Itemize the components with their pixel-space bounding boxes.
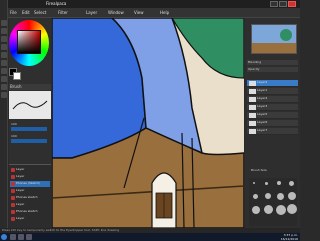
menu-bar: File Edit Select Filter Layer Window Vie… — [0, 8, 300, 18]
layer-dot-icon — [11, 217, 15, 221]
brush-panel-header: Brush — [9, 84, 51, 90]
list-item[interactable]: Layer4 — [247, 96, 298, 103]
opacity-slider[interactable]: Opacity — [247, 67, 298, 72]
minimize-button[interactable] — [270, 1, 278, 7]
windows-taskbar: 3:37 p.m. 16/12/2016 — [0, 233, 300, 241]
brush-size-option[interactable] — [253, 182, 255, 184]
zoom-tool-icon[interactable] — [1, 92, 7, 98]
brush-size-option[interactable] — [265, 193, 271, 199]
layer-dot-icon — [11, 189, 15, 193]
close-button[interactable] — [288, 1, 296, 7]
clock-date: 16/12/2016 — [280, 237, 298, 241]
brush-size-option[interactable] — [289, 181, 294, 186]
brush-size-option[interactable] — [277, 181, 281, 185]
layer-thumbnail — [249, 129, 256, 134]
menu-window[interactable]: Window — [108, 10, 124, 15]
tool-bar — [0, 0, 8, 240]
brush-opacity-value: 100 — [11, 134, 17, 138]
menu-edit[interactable]: Edit — [22, 10, 30, 15]
list-item[interactable]: Phones sketch — [10, 195, 50, 201]
brush-preview — [9, 91, 51, 119]
brush-size-option[interactable] — [287, 204, 297, 214]
system-clock[interactable]: 3:37 p.m. 16/12/2016 — [281, 233, 298, 241]
eraser-tool-icon[interactable] — [1, 28, 7, 34]
taskbar-app-icon[interactable] — [26, 234, 32, 240]
left-layer-list: Layer Layer Phones (Sketch) Layer Phones… — [9, 164, 51, 228]
text-tool-icon[interactable] — [1, 76, 7, 82]
list-item[interactable]: Layer — [10, 216, 50, 222]
left-panel: Brush 100 100 Layer Layer Phones (Sketch… — [9, 18, 51, 228]
menu-help[interactable]: Help — [160, 10, 169, 15]
navigator-thumbnail[interactable] — [251, 24, 297, 54]
color-picker-square[interactable] — [17, 30, 41, 54]
brush-size-value: 100 — [11, 122, 17, 126]
list-item[interactable]: Layer7 — [247, 128, 298, 135]
layer-thumbnail — [249, 81, 256, 86]
hand-tool-icon[interactable] — [1, 84, 7, 90]
list-item[interactable]: Layer — [10, 174, 50, 180]
taskbar-app-icon[interactable] — [10, 234, 16, 240]
list-item[interactable]: Layer1 — [247, 88, 298, 95]
list-item[interactable]: Phones sketch — [10, 209, 50, 215]
background-color-swatch[interactable] — [13, 72, 21, 80]
canvas-artwork — [52, 18, 244, 228]
list-item[interactable]: Layer3 — [247, 104, 298, 111]
layer-thumbnail — [249, 89, 256, 94]
layer-dot-icon — [11, 182, 15, 186]
layer-thumbnail — [249, 113, 256, 118]
right-panel: Blending Opacity Layer2 Layer1 Layer4 La… — [245, 18, 300, 228]
select-tool-icon[interactable] — [1, 52, 7, 58]
brush-size-option[interactable] — [252, 206, 260, 214]
brush-size-option[interactable] — [288, 192, 296, 200]
brush-size-option[interactable] — [265, 182, 268, 185]
menu-select[interactable]: Select — [34, 10, 46, 15]
brush-size-slider[interactable] — [11, 127, 47, 131]
blending-mode-select[interactable]: Blending — [247, 60, 298, 65]
list-item[interactable]: Layer2 — [247, 80, 298, 87]
brush-size-option[interactable] — [264, 205, 273, 214]
list-item[interactable]: Layer — [10, 167, 50, 173]
fill-tool-icon[interactable] — [1, 44, 7, 50]
brush-size-option[interactable] — [277, 193, 284, 200]
layer-dot-icon — [11, 210, 15, 214]
start-button-icon[interactable] — [1, 234, 7, 240]
eyedropper-tool-icon[interactable] — [1, 68, 7, 74]
menu-filter[interactable]: Filter — [58, 10, 68, 15]
layer-thumbnail — [249, 97, 256, 102]
layer-dot-icon — [11, 196, 15, 200]
brush-opacity-slider[interactable] — [11, 139, 47, 143]
layer-dot-icon — [11, 168, 15, 172]
pen-tool-icon[interactable] — [1, 20, 7, 26]
drawing-canvas[interactable] — [52, 18, 244, 228]
menu-file[interactable]: File — [10, 10, 17, 15]
window-title: Firealpaca — [46, 1, 67, 6]
brush-size-option[interactable] — [276, 205, 286, 215]
menu-layer[interactable]: Layer — [86, 10, 97, 15]
title-bar: Firealpaca — [0, 0, 300, 8]
layer-dot-icon — [11, 203, 15, 207]
list-item[interactable]: Layer — [10, 202, 50, 208]
brush-size-label: Brush Size — [251, 168, 267, 172]
list-item[interactable]: Layer5 — [247, 112, 298, 119]
move-tool-icon[interactable] — [1, 36, 7, 42]
brush-size-grid — [249, 178, 297, 226]
layer-thumbnail — [249, 105, 256, 110]
maximize-button[interactable] — [279, 1, 287, 7]
taskbar-app-icon[interactable] — [18, 234, 24, 240]
layer-thumbnail — [249, 121, 256, 126]
lasso-tool-icon[interactable] — [1, 60, 7, 66]
list-item[interactable]: Phones (Sketch) — [10, 181, 50, 187]
layer-dot-icon — [11, 175, 15, 179]
brush-size-option[interactable] — [253, 194, 258, 199]
list-item[interactable]: Layer — [10, 188, 50, 194]
menu-view[interactable]: View — [134, 10, 144, 15]
list-item[interactable]: Layer6 — [247, 120, 298, 127]
